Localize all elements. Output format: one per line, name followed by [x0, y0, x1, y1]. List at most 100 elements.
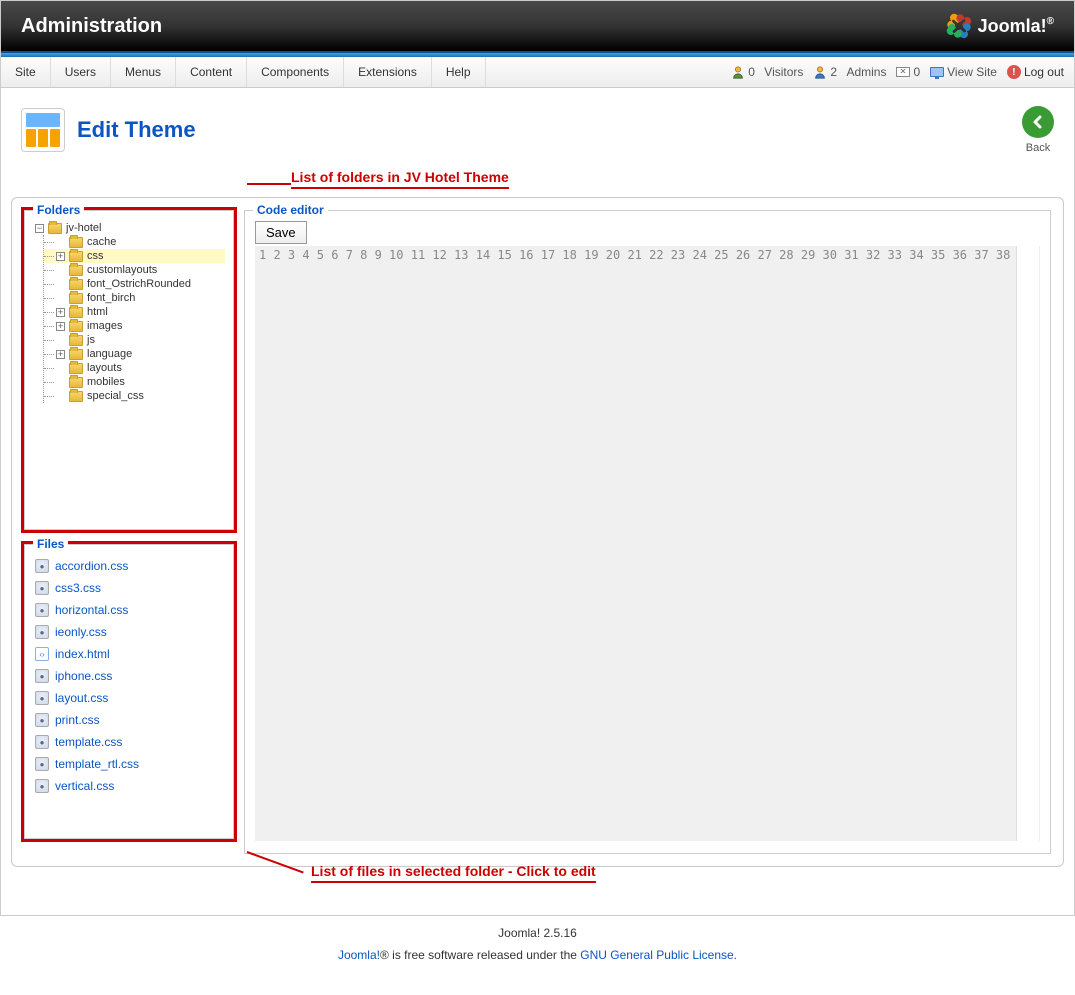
annotation-top: List of folders in JV Hotel Theme: [291, 169, 509, 189]
file-link[interactable]: vertical.css: [55, 779, 114, 793]
tree-toggle-icon[interactable]: +: [56, 308, 65, 317]
tree-item[interactable]: font_birch: [44, 291, 225, 305]
back-label: Back: [1022, 142, 1054, 154]
tree-item[interactable]: js: [44, 333, 225, 347]
logout-link[interactable]: ! Log out: [1007, 65, 1064, 79]
back-arrow-icon: [1022, 106, 1054, 138]
tree-toggle-icon[interactable]: +: [56, 350, 65, 359]
file-item[interactable]: ●vertical.css: [33, 775, 225, 797]
tree-label: jv-hotel: [66, 222, 101, 234]
file-list: ●accordion.css●css3.css●horizontal.css●i…: [33, 555, 225, 797]
folder-icon: [69, 377, 83, 388]
css-file-icon: ●: [35, 757, 49, 771]
file-link[interactable]: index.html: [55, 647, 110, 661]
tree-toggle-icon: [56, 336, 65, 345]
file-item[interactable]: ● iphone.css: [33, 665, 225, 687]
visitors-label: Visitors: [764, 65, 803, 79]
menu-help[interactable]: Help: [432, 57, 486, 87]
person-icon: [813, 65, 827, 79]
tree-item[interactable]: +html: [44, 305, 225, 319]
tree-label: cache: [87, 236, 116, 248]
file-item[interactable]: ●ieonly.css: [33, 621, 225, 643]
tree-toggle-icon: [56, 392, 65, 401]
file-link[interactable]: horizontal.css: [55, 603, 128, 617]
file-link[interactable]: css3.css: [55, 581, 101, 595]
file-link[interactable]: print.css: [55, 713, 100, 727]
save-button[interactable]: Save: [255, 221, 307, 244]
file-link[interactable]: template_rtl.css: [55, 757, 139, 771]
menu-content[interactable]: Content: [176, 57, 247, 87]
tree-item[interactable]: special_css: [44, 389, 225, 403]
tree-item[interactable]: layouts: [44, 361, 225, 375]
file-item[interactable]: ● template.css: [33, 731, 225, 753]
folder-icon: [69, 363, 83, 374]
tree-item[interactable]: customlayouts: [44, 263, 225, 277]
css-file-icon: ●: [35, 713, 49, 727]
css-file-icon: ●: [35, 735, 49, 749]
back-button[interactable]: Back: [1022, 106, 1054, 154]
file-link[interactable]: layout.css: [55, 691, 108, 705]
file-link[interactable]: accordion.css: [55, 559, 128, 573]
file-item[interactable]: ●horizontal.css: [33, 599, 225, 621]
tree-item[interactable]: + css: [44, 249, 225, 263]
tree-item[interactable]: + language: [44, 347, 225, 361]
tree-item[interactable]: mobiles: [44, 375, 225, 389]
tree-label: special_css: [87, 390, 144, 402]
footer-line2: Joomla!® is free software released under…: [10, 948, 1065, 962]
file-item[interactable]: ●layout.css: [33, 687, 225, 709]
files-panel: Files ●accordion.css●css3.css●horizontal…: [24, 544, 234, 839]
tree-toggle-icon: [56, 378, 65, 387]
css-file-icon: ●: [35, 581, 49, 595]
tree-root[interactable]: − jv-hotel: [33, 221, 225, 235]
tree-label: language: [87, 348, 132, 360]
stat-visitors: 0 Visitors: [731, 65, 803, 79]
editor-textarea[interactable]: [1017, 246, 1039, 841]
joomla-icon: [946, 13, 972, 39]
tree-label: font_OstrichRounded: [87, 278, 191, 290]
file-item[interactable]: ● css3.css: [33, 577, 225, 599]
file-item[interactable]: ● print.css: [33, 709, 225, 731]
menu-menus[interactable]: Menus: [111, 57, 176, 87]
tree-item[interactable]: font_OstrichRounded: [44, 277, 225, 291]
file-item[interactable]: index.html: [33, 643, 225, 665]
folders-legend: Folders: [33, 203, 84, 217]
file-item[interactable]: ● template_rtl.css: [33, 753, 225, 775]
editor-legend: Code editor: [253, 203, 328, 217]
footer-brand-link[interactable]: Joomla!: [338, 948, 380, 962]
menu-site[interactable]: Site: [1, 57, 51, 87]
tree-item[interactable]: +images: [44, 319, 225, 333]
file-link[interactable]: ieonly.css: [55, 625, 107, 639]
menu-extensions[interactable]: Extensions: [344, 57, 432, 87]
file-link[interactable]: iphone.css: [55, 669, 112, 683]
file-link[interactable]: template.css: [55, 735, 122, 749]
view-site-label: View Site: [947, 65, 997, 79]
menu-users[interactable]: Users: [51, 57, 111, 87]
folder-icon: [48, 223, 62, 234]
tree-toggle-icon[interactable]: +: [56, 252, 65, 261]
tree-item[interactable]: cache: [44, 235, 225, 249]
file-item[interactable]: ● accordion.css: [33, 555, 225, 577]
folder-icon: [69, 307, 83, 318]
page-title: Edit Theme: [77, 117, 196, 143]
menu-components[interactable]: Components: [247, 57, 344, 87]
footer: Joomla! 2.5.16 Joomla!® is free software…: [0, 916, 1075, 972]
css-file-icon: ●: [35, 559, 49, 573]
html-file-icon: [35, 647, 49, 661]
footer-version: Joomla! 2.5.16: [10, 926, 1065, 940]
view-site-link[interactable]: View Site: [930, 65, 997, 79]
folder-tree: − jv-hotel cache + csscustomlayoutsfont_Os…: [33, 221, 225, 403]
brand-reg: ®: [1047, 16, 1054, 27]
tree-toggle-icon[interactable]: −: [35, 224, 44, 233]
tree-toggle-icon: [56, 364, 65, 373]
tree-label: css: [87, 250, 104, 262]
css-file-icon: ●: [35, 669, 49, 683]
visitors-count: 0: [748, 65, 755, 79]
right-column: Code editor Save 1 2 3 4 5 6 7 8 9 10 11…: [244, 210, 1051, 854]
admins-count: 2: [830, 65, 837, 79]
tree-label: font_birch: [87, 292, 135, 304]
stat-messages[interactable]: 0: [896, 65, 920, 79]
tree-toggle-icon: [56, 294, 65, 303]
admins-label: Admins: [846, 65, 886, 79]
tree-toggle-icon[interactable]: +: [56, 322, 65, 331]
footer-license-link[interactable]: GNU General Public License.: [580, 948, 737, 962]
